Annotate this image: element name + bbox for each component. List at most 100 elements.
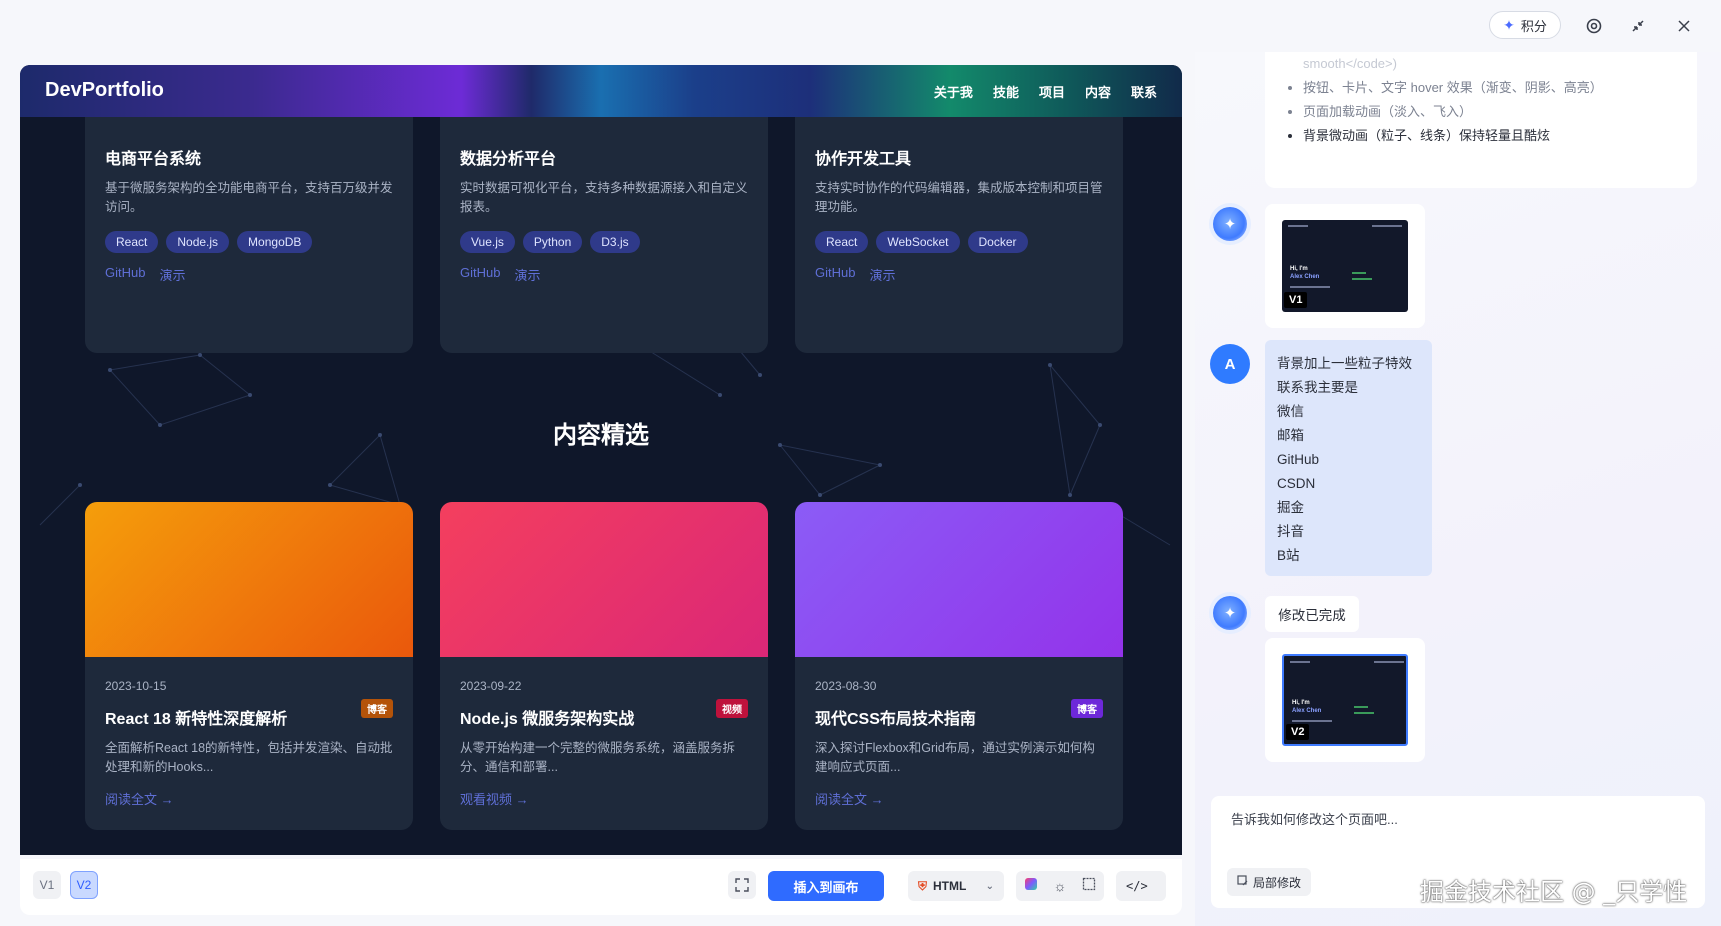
demo-link[interactable]: 演示: [159, 265, 185, 284]
html5-icon: ⛨: [918, 878, 928, 893]
version-label: V1: [1284, 292, 1308, 308]
content-card[interactable]: 2023-10-15 博客 React 18 新特性深度解析 全面解析React…: [85, 502, 413, 830]
project-title: 数据分析平台: [460, 151, 557, 168]
message-line: B站: [1277, 548, 1300, 563]
thumbnail-preview: Hi, I'm Alex Chen V1: [1282, 220, 1408, 312]
post-date: 2023-09-22: [460, 679, 522, 693]
watch-video-link[interactable]: 观看视频 →: [460, 789, 748, 808]
type-badge: 视频: [716, 699, 748, 718]
close-icon[interactable]: [1672, 14, 1696, 38]
read-more-link[interactable]: 阅读全文 →: [815, 789, 1103, 808]
card-banner: [440, 502, 768, 657]
post-date: 2023-10-15: [105, 679, 167, 693]
chevron-down-icon: ⌄: [985, 880, 994, 892]
message-line: GitHub: [1277, 452, 1320, 467]
user-message: 背景加上一些粒子特效 联系我主要是 微信 邮箱 GitHub CSDN 掘金 抖…: [1265, 340, 1432, 576]
settings-icon[interactable]: [1582, 14, 1606, 38]
message-line: 微信: [1277, 404, 1304, 419]
site-nav: DevPortfolio 关于我 技能 项目 内容 联系: [20, 65, 1182, 117]
thumbnail-heading: Hi, I'm: [1292, 700, 1310, 706]
post-desc: 深入探讨Flexbox和Grid布局，通过实例演示如何构建响应式页面...: [815, 741, 1095, 774]
project-desc: 支持实时协作的代码编辑器，集成版本控制和项目管理功能。: [815, 181, 1103, 214]
project-title: 电商平台系统: [105, 151, 202, 168]
view-tools: ☼: [1016, 871, 1104, 901]
tech-tag: WebSocket: [876, 231, 960, 253]
project-card: 数据分析平台 实时数据可视化平台，支持多种数据源接入和自定义报表。 Vue.js…: [440, 117, 768, 353]
collapse-icon[interactable]: [1626, 14, 1650, 38]
thumbnail-name: Alex Chen: [1290, 274, 1320, 280]
message-line: 页面加载动画（淡入、飞入）: [1303, 100, 1677, 124]
local-edit-label: 局部修改: [1252, 875, 1301, 890]
tech-tag: MongoDB: [237, 231, 313, 253]
section-title: 内容精选: [553, 422, 649, 449]
post-desc: 从零开始构建一个完整的微服务系统，涵盖服务拆分、通信和部署...: [460, 741, 736, 774]
credits-label: 积分: [1520, 18, 1547, 34]
watermark: 掘金技术社区 @ _只学性: [1420, 878, 1688, 906]
nav-link-projects[interactable]: 项目: [1039, 82, 1065, 101]
chat-input-placeholder: 告诉我如何修改这个页面吧...: [1231, 812, 1398, 827]
version-thumbnail-v1[interactable]: Hi, I'm Alex Chen V1: [1265, 204, 1425, 328]
message-line: 掘金: [1277, 500, 1304, 515]
tech-tag: Docker: [967, 231, 1028, 253]
version-v1-button[interactable]: V1: [33, 871, 61, 899]
sparkle-icon: ✦: [1503, 16, 1515, 33]
format-label: HTML: [933, 879, 967, 893]
user-avatar: A: [1210, 344, 1250, 384]
view-code-button[interactable]: </>: [1116, 871, 1166, 901]
ai-reply: 修改已完成: [1265, 596, 1359, 632]
thumbnail-name: Alex Chen: [1292, 708, 1322, 714]
top-bar: ✦ 积分: [0, 0, 1721, 52]
ai-avatar-icon: ✦: [1213, 207, 1247, 241]
post-desc: 全面解析React 18的新特性，包括并发渲染、自动批处理和新的Hooks...: [105, 741, 393, 774]
nav-link-skills[interactable]: 技能: [993, 82, 1019, 101]
github-link[interactable]: GitHub: [105, 265, 145, 284]
github-link[interactable]: GitHub: [815, 265, 855, 284]
type-badge: 博客: [1071, 699, 1103, 718]
post-title: Node.js 微服务架构实战: [460, 711, 635, 728]
insert-to-canvas-button[interactable]: 插入到画布: [768, 871, 884, 901]
github-link[interactable]: GitHub: [460, 265, 500, 284]
select-area-icon[interactable]: [1082, 877, 1096, 896]
site-logo[interactable]: DevPortfolio: [45, 79, 164, 102]
version-label: V2: [1286, 724, 1310, 740]
ai-avatar-icon: ✦: [1213, 596, 1247, 630]
demo-link[interactable]: 演示: [514, 265, 540, 284]
message-line: 背景加上一些粒子特效: [1277, 356, 1412, 371]
read-more-link[interactable]: 阅读全文 →: [105, 789, 393, 808]
credits-button[interactable]: ✦ 积分: [1489, 11, 1561, 39]
thumbnail-preview: Hi, I'm Alex Chen V2: [1282, 654, 1408, 746]
format-select[interactable]: ⛨ HTML ⌄: [908, 871, 1004, 901]
message-line: 邮箱: [1277, 428, 1304, 443]
post-title: React 18 新特性深度解析: [105, 711, 288, 728]
local-edit-button[interactable]: 局部修改: [1227, 868, 1311, 896]
fullscreen-icon[interactable]: [728, 871, 756, 899]
project-desc: 基于微服务架构的全功能电商平台，支持百万级并发访问。: [105, 181, 393, 214]
content-card[interactable]: 2023-09-22 视频 Node.js 微服务架构实战 从零开始构建一个完整…: [440, 502, 768, 830]
content-card[interactable]: 2023-08-30 博客 现代CSS布局技术指南 深入探讨Flexbox和Gr…: [795, 502, 1123, 830]
sun-icon[interactable]: ☼: [1054, 878, 1067, 894]
project-title: 协作开发工具: [815, 151, 912, 168]
project-card: 电商平台系统 基于微服务架构的全功能电商平台，支持百万级并发访问。 React …: [85, 117, 413, 353]
message-line: CSDN: [1277, 476, 1316, 491]
nav-link-contact[interactable]: 联系: [1131, 82, 1157, 101]
card-banner: [795, 502, 1123, 657]
nav-link-about[interactable]: 关于我: [934, 82, 973, 101]
tech-tag: Node.js: [166, 231, 230, 253]
card-banner: [85, 502, 413, 657]
color-palette-icon[interactable]: [1024, 877, 1038, 896]
version-v2-button[interactable]: V2: [70, 871, 98, 899]
tech-tag: Python: [522, 231, 583, 253]
nav-link-content[interactable]: 内容: [1085, 82, 1111, 101]
message-line: 背景微动画（粒子、线条）保持轻量且酷炫: [1303, 124, 1677, 148]
post-title: 现代CSS布局技术指南: [815, 711, 976, 728]
previous-ai-message: smooth</code>) 按钮、卡片、文字 hover 效果（渐变、阴影、高…: [1265, 52, 1697, 188]
tech-tag: D3.js: [590, 231, 640, 253]
tech-tag: React: [815, 231, 869, 253]
message-line: smooth</code>): [1303, 56, 1397, 71]
version-thumbnail-v2[interactable]: Hi, I'm Alex Chen V2: [1265, 638, 1425, 762]
preview-toolbar: V1 V2 插入到画布 ⛨ HTML ⌄ ☼ </>: [20, 859, 1182, 915]
tech-tag: React: [105, 231, 159, 253]
message-line: 按钮、卡片、文字 hover 效果（渐变、阴影、高亮）: [1303, 76, 1677, 100]
demo-link[interactable]: 演示: [869, 265, 895, 284]
page-preview: DevPortfolio 关于我 技能 项目 内容 联系 电商平台系统 基于微服…: [20, 65, 1182, 855]
